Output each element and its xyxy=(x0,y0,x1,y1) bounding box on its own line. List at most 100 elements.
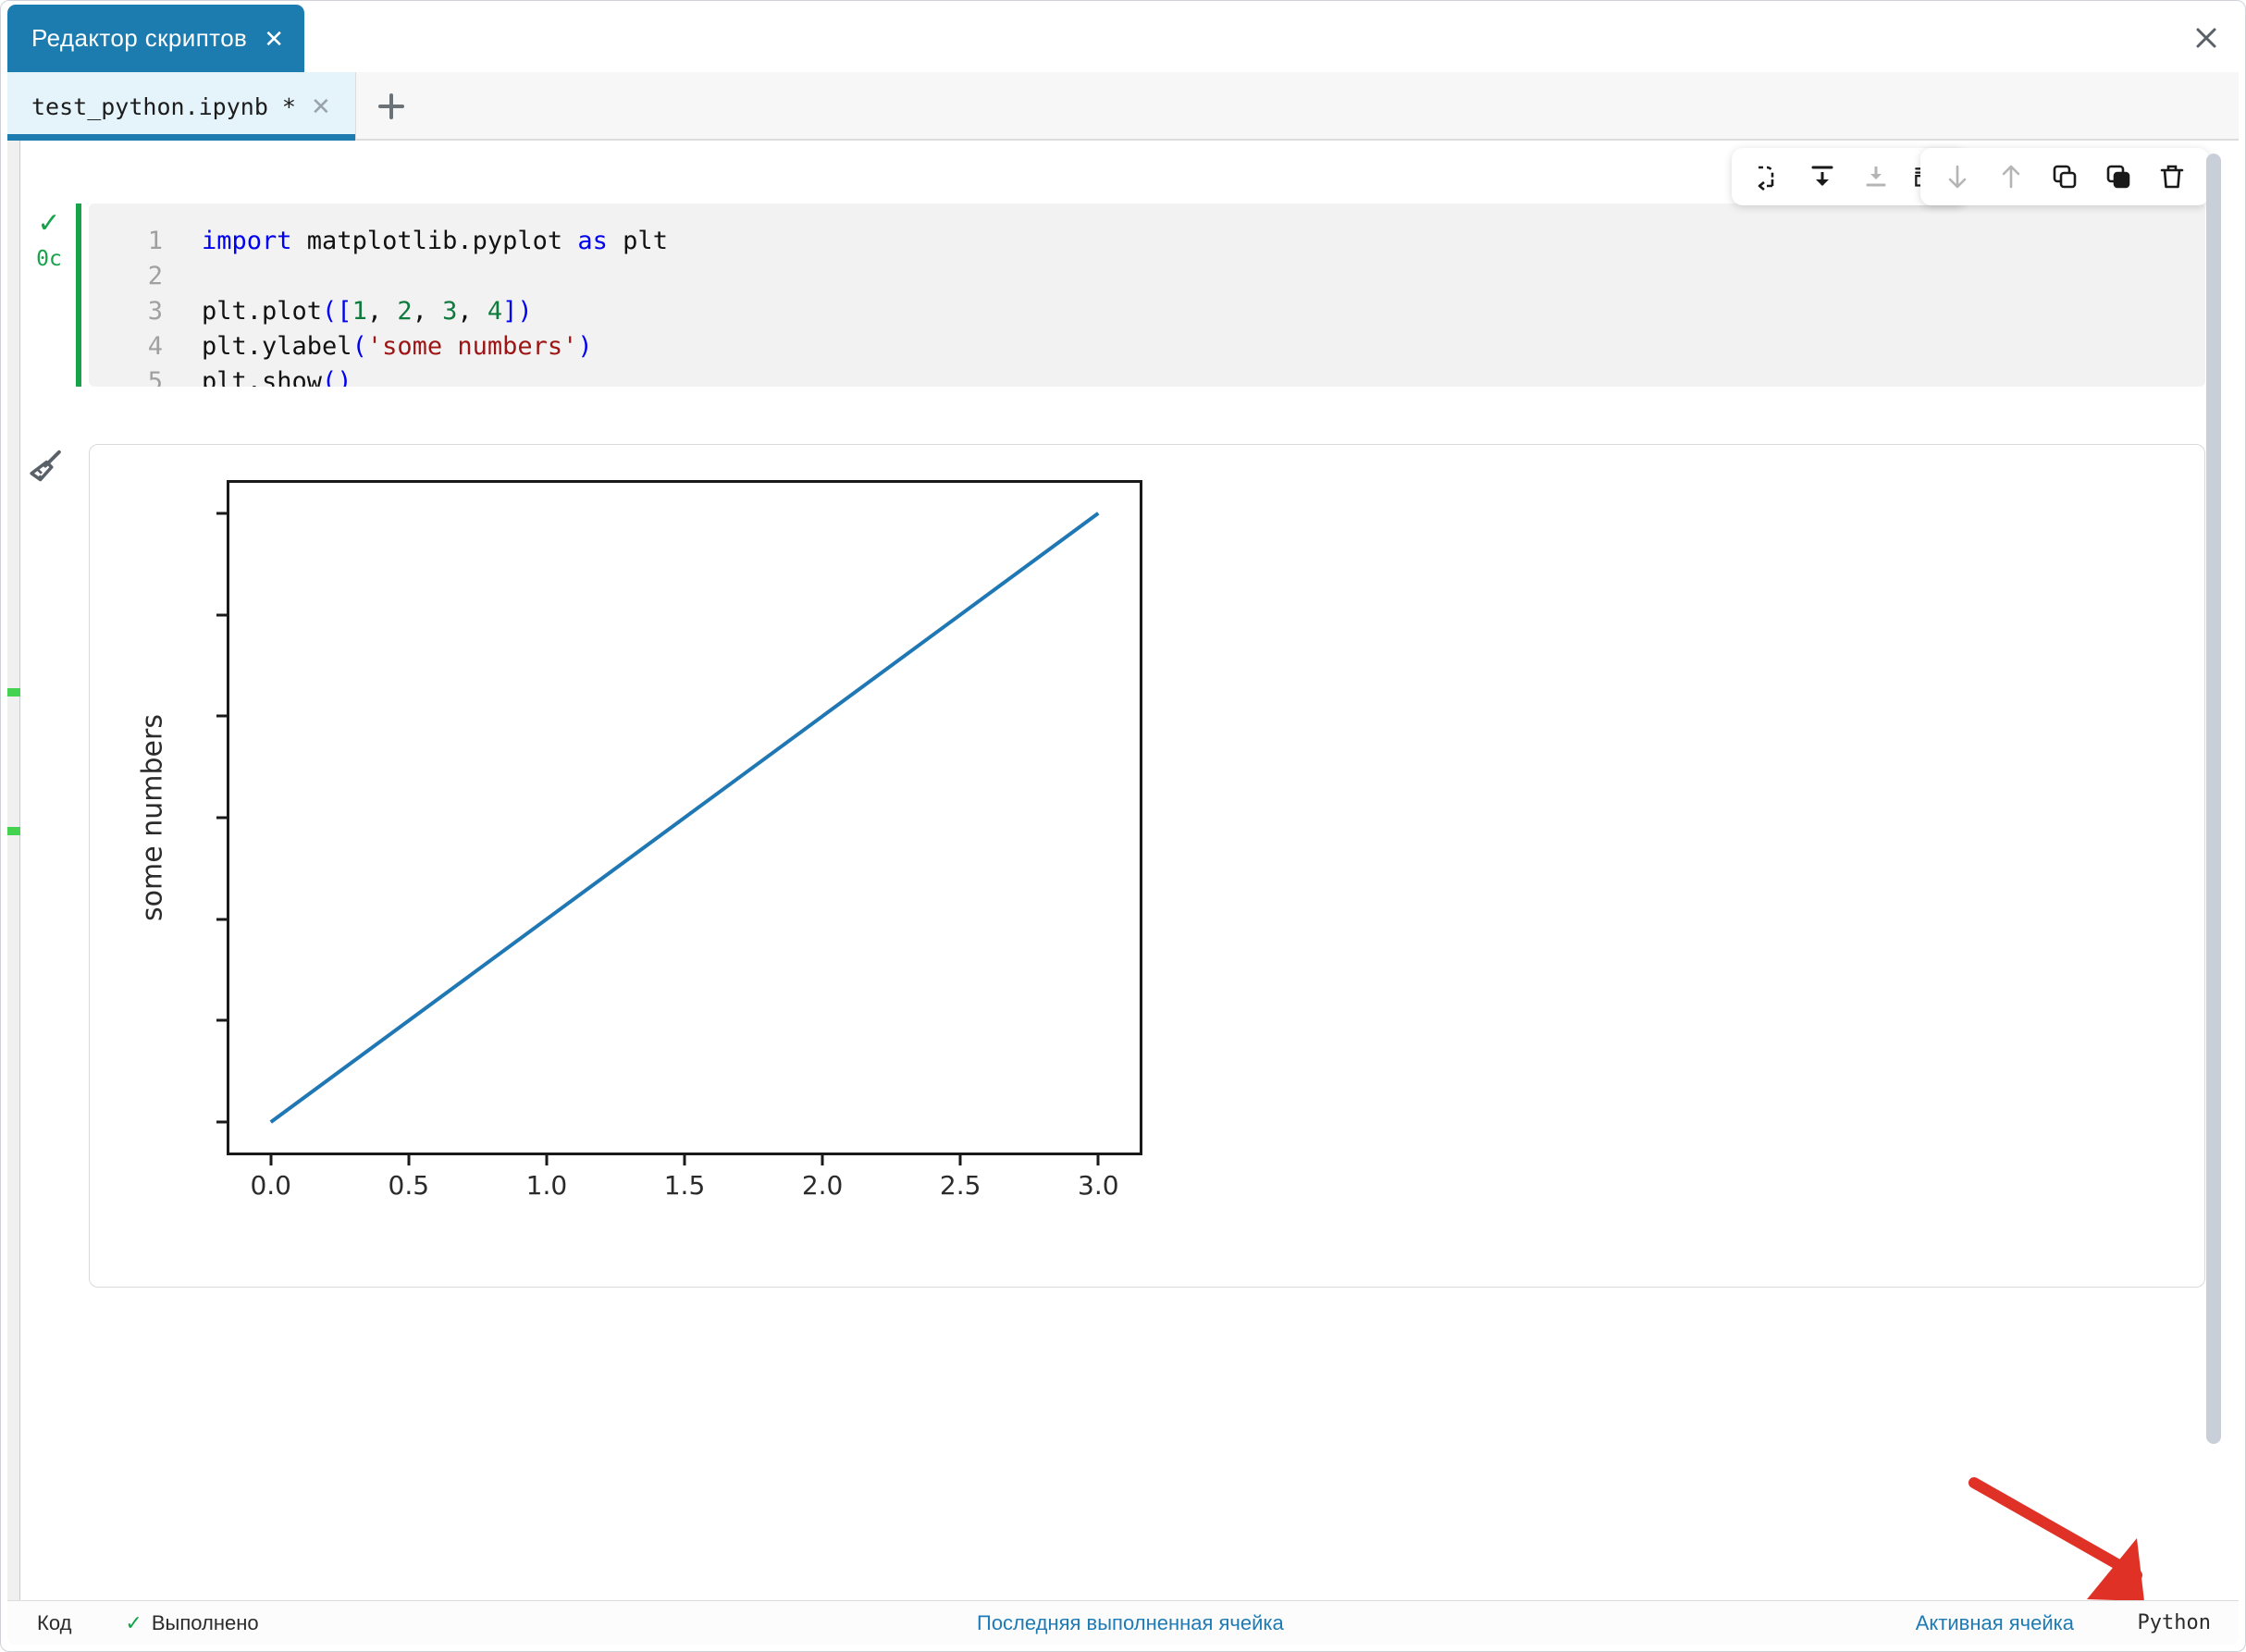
new-notebook-tab-button[interactable] xyxy=(353,72,429,141)
run-advance-icon xyxy=(1758,166,1774,191)
cell-output-area: some numbers 1.01.52.02.53.03.54.0 0.00.… xyxy=(89,444,2205,1288)
cell-execution-status: ✓ 0с xyxy=(28,208,70,272)
code-token: ([ xyxy=(322,297,352,326)
cell-execution-time: 0с xyxy=(36,247,62,271)
app-tab-script-editor[interactable]: Редактор скриптов ✕ xyxy=(7,5,305,72)
broom-icon xyxy=(30,450,61,482)
chart-y-axis-label: some numbers xyxy=(136,714,169,921)
move-cell-up-button[interactable] xyxy=(1987,154,2035,200)
code-token: plt.show xyxy=(202,367,323,387)
move-cell-down-button[interactable] xyxy=(1933,154,1981,200)
status-kernel-language[interactable]: Python xyxy=(2138,1611,2211,1634)
status-execution: ✓ Выполнено xyxy=(125,1611,258,1635)
code-token: 3 xyxy=(442,297,458,326)
code-token: as xyxy=(577,227,608,255)
y-tick-mark xyxy=(216,512,227,515)
arrow-down-icon xyxy=(1948,165,1967,189)
code-lines: 1 import matplotlib.pyplot as plt 2 3 plt.pl… xyxy=(89,224,2205,387)
code-line-text: plt.show() xyxy=(202,364,352,387)
x-tick-label: 2.0 xyxy=(801,1170,844,1201)
code-line: 5 plt.show() xyxy=(89,364,2205,387)
notebook-body: ✓ 0с 1 import matplotlib.pyplot as plt 2 3 p… xyxy=(7,141,2239,1600)
code-token: 1 xyxy=(352,297,367,326)
status-bar: Код ✓ Выполнено Последняя выполненная яч… xyxy=(7,1600,2239,1645)
window-close-button[interactable] xyxy=(2187,18,2226,57)
code-token: ]) xyxy=(502,297,533,326)
y-tick-mark xyxy=(216,714,227,718)
x-tick-label: 1.5 xyxy=(663,1170,706,1201)
notebook-tab-test-python[interactable]: test_python.ipynb * ✕ xyxy=(7,72,356,141)
delete-cell-button[interactable] xyxy=(2148,154,2196,200)
scrollbar-thumb[interactable] xyxy=(2206,154,2221,1444)
code-token: plt xyxy=(607,227,668,255)
paste-cell-button[interactable] xyxy=(2094,154,2142,200)
code-token: () xyxy=(322,367,352,387)
code-line-number: 5 xyxy=(147,367,163,387)
y-tick-mark xyxy=(216,918,227,921)
chart-line-series xyxy=(269,512,1100,1124)
window-titlebar: Редактор скриптов ✕ xyxy=(0,0,2246,72)
change-marker xyxy=(7,827,20,835)
x-tick-label: 0.5 xyxy=(388,1170,430,1201)
cell-success-check-icon: ✓ xyxy=(37,208,61,239)
status-last-executed-cell-link[interactable]: Последняя выполненная ячейка xyxy=(977,1611,1284,1635)
code-token: ) xyxy=(577,332,593,361)
change-marker xyxy=(7,688,20,697)
code-token: ( xyxy=(352,332,367,361)
clear-cell-output-button[interactable] xyxy=(24,446,67,488)
notebook-tabstrip: test_python.ipynb * ✕ xyxy=(7,72,2239,200)
code-token: matplotlib.pyplot xyxy=(291,227,578,255)
code-line: 3 plt.plot([1, 2, 3, 4]) xyxy=(89,294,2205,329)
arrow-to-line-icon xyxy=(1866,166,1886,187)
status-active-cell-link[interactable]: Активная ячейка xyxy=(1916,1611,2074,1635)
code-line-number: 3 xyxy=(147,297,163,326)
notebook-scrollbar[interactable] xyxy=(2202,141,2226,1600)
script-editor-window: Редактор скриптов ✕ test_python.ipynb * … xyxy=(0,0,2246,1652)
code-line: 4 plt.ylabel('some numbers') xyxy=(89,329,2205,364)
paste-icon xyxy=(2106,165,2130,189)
app-tab-label: Редактор скриптов xyxy=(31,24,248,52)
code-line-text: plt.ylabel('some numbers') xyxy=(202,329,593,364)
code-line-number: 2 xyxy=(147,262,163,290)
status-cell-kind: Код xyxy=(37,1610,72,1634)
move-cell-button[interactable] xyxy=(1852,154,1900,200)
notebook-tab-close-icon[interactable]: ✕ xyxy=(311,94,331,118)
run-and-advance-button[interactable] xyxy=(1745,154,1793,200)
copy-cell-button[interactable] xyxy=(2041,154,2089,200)
x-tick-label: 3.0 xyxy=(1078,1170,1119,1201)
code-token: 2 xyxy=(397,297,413,326)
executed-cell-indicator-bar xyxy=(76,203,81,387)
code-line: 2 xyxy=(89,259,2205,294)
plus-icon xyxy=(378,93,404,119)
app-tab-close-icon[interactable]: ✕ xyxy=(264,27,284,51)
y-tick-mark xyxy=(216,1120,227,1124)
code-token: 4 xyxy=(487,297,503,326)
y-tick-mark xyxy=(216,613,227,617)
code-token: , xyxy=(457,297,487,326)
status-check-icon: ✓ xyxy=(125,1610,142,1634)
notebook-tab-label: test_python.ipynb * xyxy=(31,92,296,120)
x-tick-label: 2.5 xyxy=(939,1170,981,1201)
code-token: import xyxy=(202,227,292,255)
code-token: plt.plot xyxy=(202,297,323,326)
status-execution-label: Выполнено xyxy=(151,1610,259,1634)
code-line-text: plt.plot([1, 2, 3, 4]) xyxy=(202,294,533,329)
code-line-text: import matplotlib.pyplot as plt xyxy=(202,224,668,259)
y-tick-mark xyxy=(216,1018,227,1022)
code-token: 'some numbers' xyxy=(366,332,578,361)
close-icon xyxy=(2196,28,2216,48)
x-tick-label: 1.0 xyxy=(525,1170,568,1201)
matplotlib-figure: some numbers 1.01.52.02.53.03.54.0 0.00.… xyxy=(90,445,2206,1288)
arrow-up-icon xyxy=(2002,165,2020,189)
change-gutter-strip xyxy=(7,141,20,1600)
copy-icon xyxy=(2053,165,2077,189)
code-line-number: 4 xyxy=(147,332,163,361)
code-line-number: 1 xyxy=(147,227,163,255)
code-cell-editor[interactable]: 1 import matplotlib.pyplot as plt 2 3 plt.pl… xyxy=(89,203,2205,387)
code-token: plt.ylabel xyxy=(202,332,352,361)
arrow-down-bar-icon xyxy=(1811,166,1833,186)
cell-actions-toolbar-secondary xyxy=(1920,148,2209,205)
run-below-button[interactable] xyxy=(1798,154,1846,200)
y-tick-mark xyxy=(216,816,227,820)
chart-line xyxy=(269,512,1100,1124)
